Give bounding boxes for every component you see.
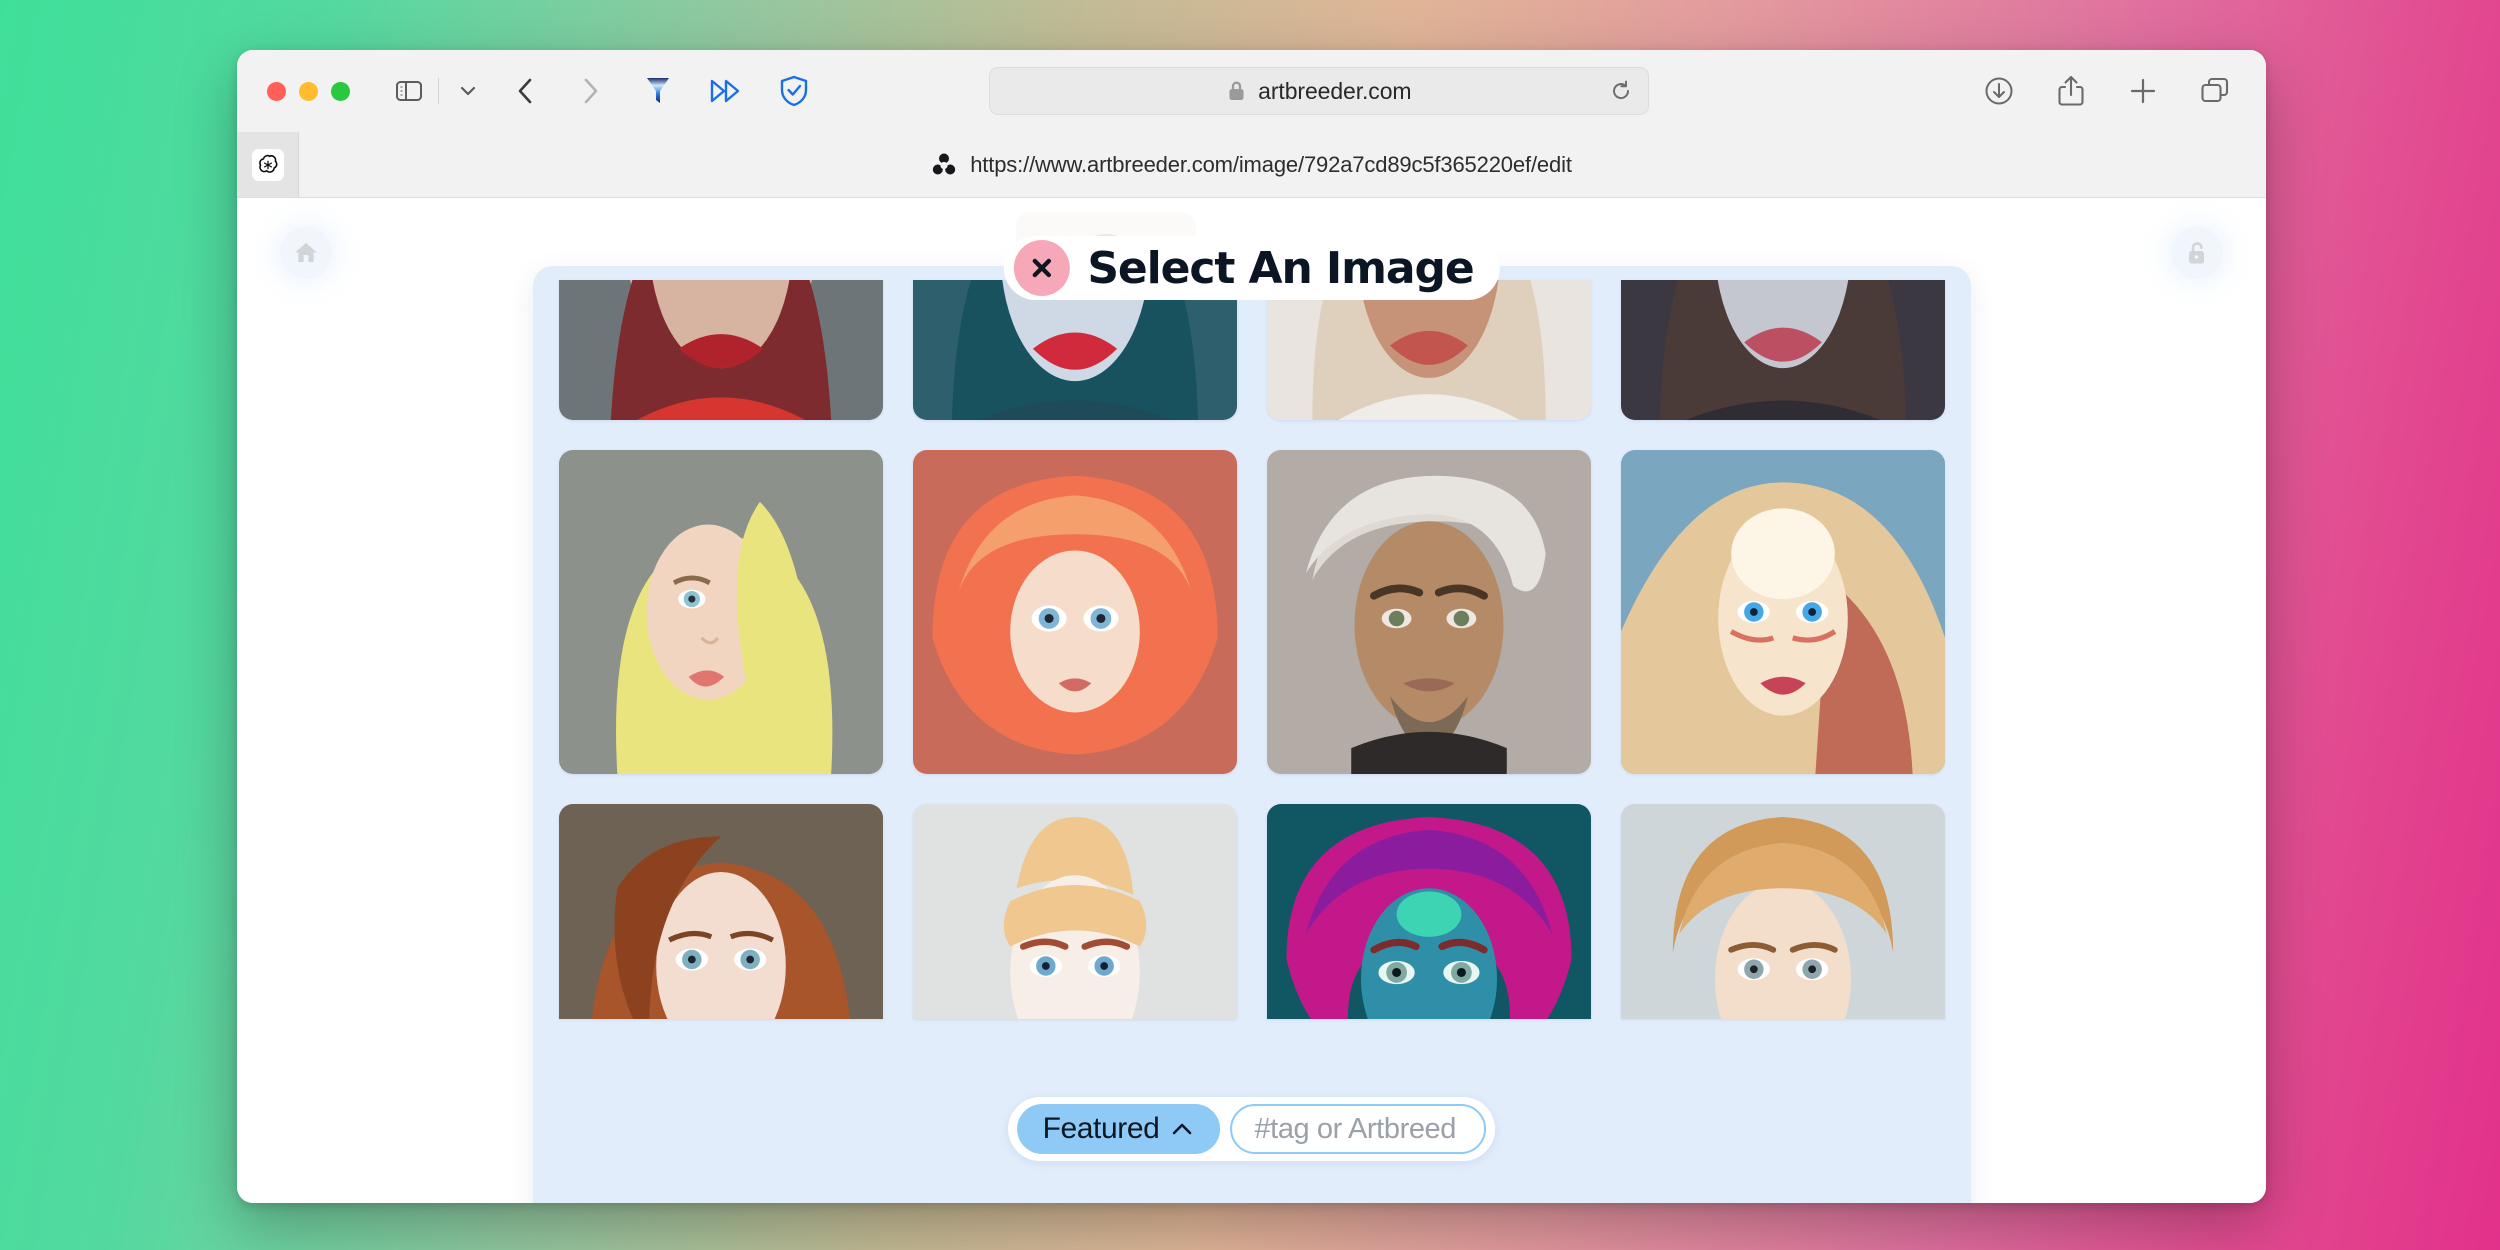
downloads-icon [1983,75,2015,107]
shield-check-extension-icon [779,74,809,108]
lock-toggle-button[interactable] [2171,227,2223,279]
featured-filter-label: Featured [1043,1112,1160,1146]
select-image-modal [533,266,1971,1203]
close-icon [1028,255,1054,281]
portrait-blonde-pompadour[interactable] [913,804,1237,1019]
portrait-painterly-blue-eyes[interactable] [1621,450,1945,774]
sidebar-menu-button[interactable] [447,70,489,112]
new-tab-icon [2128,76,2158,106]
portrait-red-hair-red-lips[interactable] [559,280,883,420]
tab-overview-icon [2199,76,2231,106]
close-modal-button[interactable] [1013,240,1069,296]
navigation-buttons [505,70,611,112]
tag-search-input[interactable] [1230,1104,1486,1154]
address-bar[interactable]: artbreeder.com [989,67,1649,115]
status-url-bar: https://www.artbreeder.com/image/792a7cd… [237,132,2266,197]
chevron-up-icon [1170,1121,1194,1137]
browser-toolbar: artbreeder.com [237,50,2266,132]
minimize-window-button[interactable] [299,82,318,101]
tab-overview-button[interactable] [2194,70,2236,112]
portrait-neon-magenta-teal[interactable] [1267,804,1591,1019]
fast-forward-extension-button[interactable] [705,70,747,112]
chevron-down-icon [458,84,478,98]
forward-icon [579,76,601,106]
window-controls [267,82,350,101]
address-bar-text: artbreeder.com [1258,78,1411,105]
portrait-gray-haired-man[interactable] [1267,450,1591,774]
downloads-button[interactable] [1978,70,2020,112]
home-icon [292,239,320,267]
browser-window: artbreeder.com [237,50,2266,1203]
portrait-sandy-short-hair[interactable] [1621,804,1945,1019]
portrait-platinum-blonde[interactable] [1267,280,1591,420]
fast-forward-extension-icon [709,78,743,104]
artbreeder-logo-icon [931,151,957,179]
sidebar-toggle-button[interactable] [388,70,430,112]
funnel-extension-icon [643,74,673,108]
browser-tab[interactable] [237,132,299,197]
featured-filter-dropdown[interactable]: Featured [1017,1104,1221,1154]
sidebar-toggle-icon [395,79,423,103]
portrait-teal-hair-red-lips[interactable] [913,280,1237,420]
funnel-extension-button[interactable] [637,70,679,112]
extension-buttons [637,70,815,112]
back-icon [515,76,537,106]
maximize-window-button[interactable] [331,82,350,101]
modal-header: Select An Image [1003,236,1499,300]
lock-icon [1227,79,1246,103]
toolbar-divider [438,78,439,104]
sidebar-controls [388,70,489,112]
forward-button[interactable] [569,70,611,112]
home-button[interactable] [280,227,332,279]
close-window-button[interactable] [267,82,286,101]
modal-title: Select An Image [1087,243,1473,294]
reload-button[interactable] [1606,76,1636,106]
portrait-blonde-green-eyes[interactable] [559,450,883,774]
shield-check-extension-button[interactable] [773,70,815,112]
back-button[interactable] [505,70,547,112]
portrait-brunette-cool-light[interactable] [1621,280,1945,420]
status-url-text: https://www.artbreeder.com/image/792a7cd… [970,152,1572,178]
new-tab-button[interactable] [2122,70,2164,112]
openai-icon [252,149,284,181]
unlock-icon [2183,238,2211,268]
toolbar-right-buttons [1938,70,2236,112]
portrait-rainbow-curly-hair[interactable] [913,450,1237,774]
portrait-auburn-wavy-hair[interactable] [559,804,883,1019]
tab-bar: https://www.artbreeder.com/image/792a7cd… [237,132,2266,198]
reload-icon [1609,79,1633,103]
page-viewport: Select An Image Featured [237,198,2266,1203]
gallery-controls: Featured [1008,1097,1496,1161]
image-grid [559,280,1945,1019]
share-icon [2056,74,2086,108]
share-button[interactable] [2050,70,2092,112]
